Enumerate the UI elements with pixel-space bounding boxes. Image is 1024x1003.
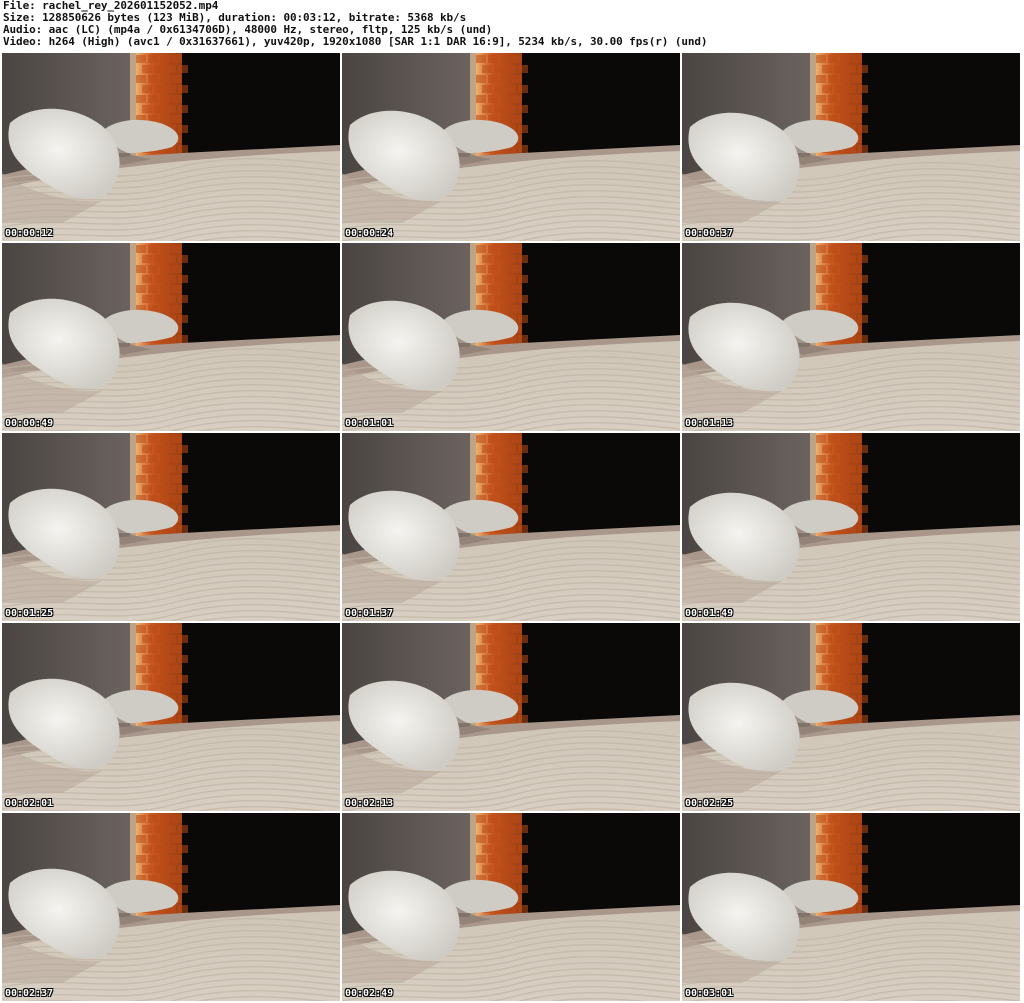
- file-name-line: File: rachel_rey_202601152052.mp4: [3, 0, 219, 12]
- thumbnail-grid: 00:00:12 00:00:24 00:00:37 00:00:49 00:0…: [2, 53, 1022, 1003]
- thumbnail-frame-image: [342, 53, 680, 241]
- thumbnail-frame-image: [682, 623, 1020, 811]
- video-thumbnail: 00:01:49: [682, 433, 1020, 621]
- thumbnail-timestamp: 00:02:13: [345, 798, 394, 809]
- thumbnail-frame-image: [2, 623, 340, 811]
- video-thumbnail: 00:02:25: [682, 623, 1020, 811]
- video-thumbnail: 00:01:37: [342, 433, 680, 621]
- video-thumbnail: 00:00:49: [2, 243, 340, 431]
- video-thumbnail: 00:02:13: [342, 623, 680, 811]
- thumbnail-timestamp: 00:01:25: [5, 608, 54, 619]
- video-thumbnail: 00:01:13: [682, 243, 1020, 431]
- video-thumbnail: 00:01:25: [2, 433, 340, 621]
- thumbnail-timestamp: 00:01:13: [685, 418, 734, 429]
- thumbnail-timestamp: 00:00:24: [345, 228, 394, 239]
- video-thumbnail: 00:02:49: [342, 813, 680, 1001]
- video-thumbnail: 00:00:37: [682, 53, 1020, 241]
- thumbnail-timestamp: 00:03:01: [685, 988, 734, 999]
- video-thumbnail: 00:02:01: [2, 623, 340, 811]
- thumbnail-frame-image: [2, 433, 340, 621]
- thumbnail-frame-image: [342, 433, 680, 621]
- audio-info-line: Audio: aac (LC) (mp4a / 0x6134706D), 480…: [3, 24, 493, 36]
- thumbnail-timestamp: 00:00:37: [685, 228, 734, 239]
- thumbnail-frame-image: [2, 243, 340, 431]
- thumbnail-frame-image: [342, 243, 680, 431]
- thumbnail-timestamp: 00:01:01: [345, 418, 394, 429]
- thumbnail-timestamp: 00:02:49: [345, 988, 394, 999]
- thumbnail-timestamp: 00:01:49: [685, 608, 734, 619]
- video-thumbnail: 00:00:24: [342, 53, 680, 241]
- thumbnail-frame-image: [682, 243, 1020, 431]
- thumbnail-timestamp: 00:00:49: [5, 418, 54, 429]
- thumbnail-frame-image: [682, 433, 1020, 621]
- thumbnail-frame-image: [342, 623, 680, 811]
- thumbnail-frame-image: [342, 813, 680, 1001]
- file-info-header: File: rachel_rey_202601152052.mp4 Size: …: [3, 0, 1021, 52]
- thumbnail-frame-image: [2, 53, 340, 241]
- thumbnail-timestamp: 00:02:01: [5, 798, 54, 809]
- thumbnail-timestamp: 00:02:25: [685, 798, 734, 809]
- video-thumbnail: 00:02:37: [2, 813, 340, 1001]
- video-thumbnail: 00:03:01: [682, 813, 1020, 1001]
- video-thumbnail: 00:01:01: [342, 243, 680, 431]
- thumbnail-frame-image: [2, 813, 340, 1001]
- video-thumbnail: 00:00:12: [2, 53, 340, 241]
- thumbnail-frame-image: [682, 813, 1020, 1001]
- video-info-line: Video: h264 (High) (avc1 / 0x31637661), …: [3, 36, 708, 48]
- thumbnail-timestamp: 00:02:37: [5, 988, 54, 999]
- thumbnail-frame-image: [682, 53, 1020, 241]
- thumbnail-timestamp: 00:01:37: [345, 608, 394, 619]
- file-size-line: Size: 128850626 bytes (123 MiB), duratio…: [3, 12, 467, 24]
- thumbnail-timestamp: 00:00:12: [5, 228, 54, 239]
